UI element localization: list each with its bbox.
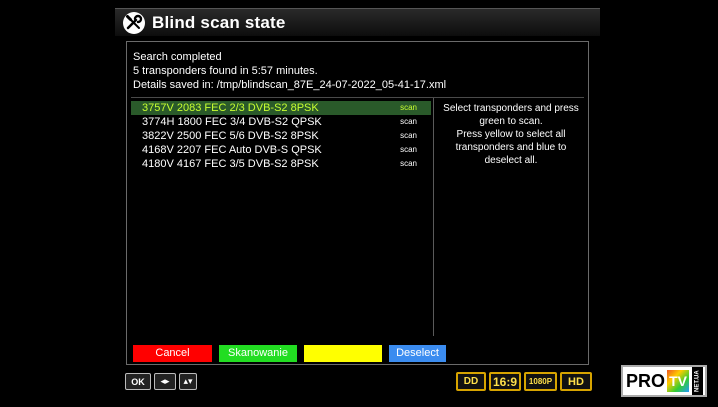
channel-logo: PRO TV NET.UA	[621, 365, 707, 397]
help-text-select: Press yellow to select all transponders …	[455, 129, 567, 166]
tools-icon	[121, 10, 147, 36]
left-right-key-icon: ◂▸	[154, 373, 176, 390]
logo-pro-text: PRO	[626, 370, 666, 391]
ok-key-icon: OK	[125, 373, 151, 390]
help-text: Select transponders and press green to s…	[437, 102, 585, 167]
transponder-row[interactable]: 3774H 1800 FEC 3/4 DVB-S2 QPSK scan	[131, 115, 431, 129]
transponder-row[interactable]: 3822V 2500 FEC 5/6 DVB-S2 8PSK scan	[131, 129, 431, 143]
transponder-scan-flag: scan	[400, 159, 417, 168]
transponder-label: 3757V 2083 FEC 2/3 DVB-S2 8PSK	[142, 102, 319, 114]
select-all-button[interactable]: Select all	[304, 345, 382, 362]
stream-badges: DD 16:9 1080P HD	[456, 372, 592, 391]
divider-horizontal	[131, 97, 584, 98]
transponder-label: 4180V 4167 FEC 3/5 DVB-S2 8PSK	[142, 158, 319, 170]
deselect-button[interactable]: Deselect	[389, 345, 446, 362]
logo-tv-text: TV	[667, 370, 690, 392]
aspect-ratio-badge: 16:9	[489, 372, 521, 391]
status-line-completed: Search completed	[133, 51, 222, 63]
transponder-scan-flag: scan	[400, 117, 417, 126]
help-text-scan: Select transponders and press green to s…	[443, 103, 579, 127]
hd-badge: HD	[560, 372, 592, 391]
remote-key-hints: OK ◂▸ ▴▾	[125, 373, 197, 390]
logo-net-text: NET.UA	[692, 367, 704, 395]
dolby-badge-icon: DD	[456, 372, 486, 391]
transponder-list: 3757V 2083 FEC 2/3 DVB-S2 8PSK scan 3774…	[131, 101, 431, 171]
status-line-saved: Details saved in: /tmp/blindscan_87E_24-…	[133, 79, 447, 91]
resolution-badge: 1080P	[524, 372, 557, 391]
transponder-row[interactable]: 4180V 4167 FEC 3/5 DVB-S2 8PSK scan	[131, 157, 431, 171]
transponder-label: 3774H 1800 FEC 3/4 DVB-S2 QPSK	[142, 116, 322, 128]
transponder-label: 3822V 2500 FEC 5/6 DVB-S2 8PSK	[142, 130, 319, 142]
transponder-label: 4168V 2207 FEC Auto DVB-S QPSK	[142, 144, 322, 156]
transponder-row[interactable]: 4168V 2207 FEC Auto DVB-S QPSK scan	[131, 143, 431, 157]
transponder-row[interactable]: 3757V 2083 FEC 2/3 DVB-S2 8PSK scan	[131, 101, 431, 115]
scan-button[interactable]: Skanowanie	[219, 345, 297, 362]
window-title-bar: Blind scan state	[115, 8, 600, 36]
transponder-scan-flag: scan	[400, 103, 417, 112]
divider-vertical	[433, 98, 434, 336]
transponder-scan-flag: scan	[400, 131, 417, 140]
blind-scan-panel: Search completed 5 transponders found in…	[126, 41, 589, 365]
cancel-button[interactable]: Cancel	[133, 345, 212, 362]
page-title: Blind scan state	[152, 12, 286, 32]
status-line-found: 5 transponders found in 5:57 minutes.	[133, 65, 318, 77]
transponder-scan-flag: scan	[400, 145, 417, 154]
scan-status: Search completed 5 transponders found in…	[133, 50, 446, 92]
color-buttons: Cancel Skanowanie Select all Deselect	[133, 345, 583, 362]
up-down-key-icon: ▴▾	[179, 373, 197, 390]
